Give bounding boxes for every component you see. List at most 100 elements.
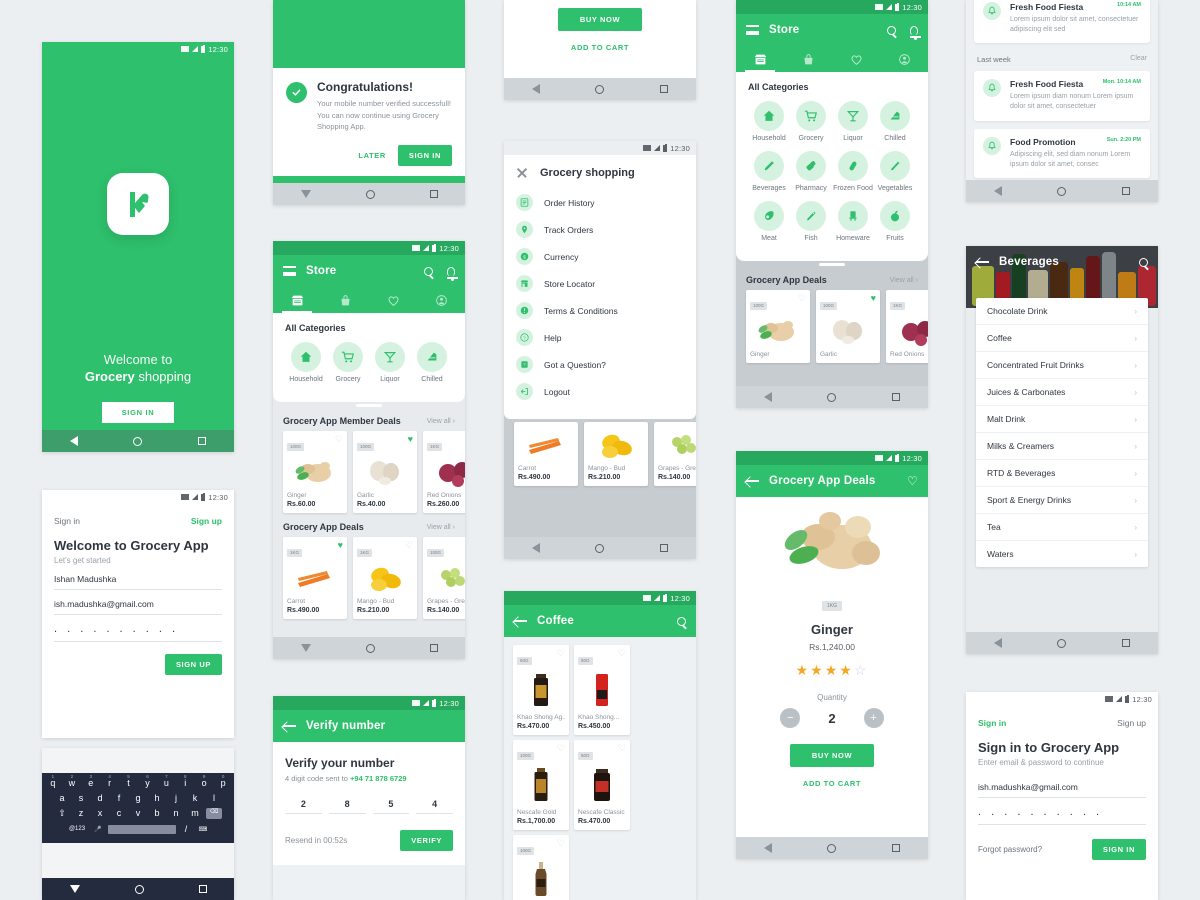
list-item[interactable]: Sport & Energy Drinks ›	[976, 487, 1148, 514]
hamburger-menu-icon[interactable]	[283, 266, 296, 276]
tab-cart[interactable]	[784, 46, 832, 72]
favorite-icon[interactable]: ♡	[335, 435, 343, 444]
hamburger-menu-icon[interactable]	[746, 25, 759, 35]
category-beverages[interactable]: Beverages	[748, 151, 790, 192]
product-card[interactable]: 50G ♡ Khao Shong Ag... Rs.470.00	[513, 645, 569, 735]
menu-item-order-history[interactable]: Order History	[504, 189, 696, 216]
nav-back-icon[interactable]	[531, 84, 540, 94]
key-k[interactable]: k	[187, 793, 203, 803]
back-arrow-icon[interactable]	[514, 616, 527, 626]
forgot-password-link[interactable]: Forgot password?	[978, 845, 1042, 854]
list-item[interactable]: Coffee ›	[976, 325, 1148, 352]
sign-in-button[interactable]: SIGN IN	[1091, 839, 1146, 860]
category-grocery[interactable]: Grocery	[327, 342, 369, 383]
key-y[interactable]: 6y	[140, 774, 156, 788]
nav-home-icon[interactable]	[595, 84, 605, 94]
menu-item-terms[interactable]: Terms & Conditions	[504, 297, 696, 324]
product-card[interactable]: 100G ♡ Nescafe Latte Rs.950.00	[513, 835, 569, 900]
key-s[interactable]: s	[73, 793, 89, 803]
product-card[interactable]: 100G ♡ Nescafe Gold Rs.1,700.00	[513, 740, 569, 830]
clear-button[interactable]: Clear	[1130, 55, 1147, 64]
nav-back-icon[interactable]	[993, 638, 1002, 648]
search-icon[interactable]	[424, 266, 433, 276]
verify-button[interactable]: VERIFY	[400, 830, 453, 851]
category-fish[interactable]: Fish	[790, 201, 832, 242]
list-item[interactable]: Concentrated Fruit Drinks ›	[976, 352, 1148, 379]
category-household[interactable]: Household	[285, 342, 327, 383]
category-fruits[interactable]: Fruits	[874, 201, 916, 242]
sheet-grabber[interactable]	[356, 404, 382, 407]
menu-item-logout[interactable]: Logout	[504, 378, 696, 405]
search-icon[interactable]	[887, 25, 896, 35]
keyboard-switch-icon[interactable]: ⌨	[196, 826, 210, 833]
nav-recent-icon[interactable]	[429, 190, 438, 198]
mic-icon[interactable]: 🎤	[91, 826, 105, 833]
menu-item-got-a-question[interactable]: ? Got a Question?	[504, 351, 696, 378]
sign-in-button[interactable]: SIGN IN	[101, 402, 175, 423]
key-d[interactable]: d	[92, 793, 108, 803]
back-arrow-icon[interactable]	[283, 721, 296, 731]
password-field[interactable]: . . . . . . . . . .	[54, 615, 222, 642]
nav-home-icon[interactable]	[1057, 186, 1067, 196]
product-strip[interactable]: 100G ♡ Ginger 100G ♥ Garlic 1KG ♡ Red On…	[746, 290, 928, 363]
category-chilled[interactable]: Chilled	[874, 101, 916, 142]
favorite-icon[interactable]: ♡	[907, 475, 918, 487]
list-item[interactable]: RTD & Beverages ›	[976, 460, 1148, 487]
close-icon[interactable]	[516, 167, 528, 179]
name-field[interactable]: Ishan Madushka	[54, 565, 222, 590]
product-card[interactable]: 1KG ♥ Carrot Rs.490.00	[283, 537, 347, 619]
nav-recent-icon[interactable]	[198, 437, 207, 445]
category-vegetables[interactable]: Vegetables	[874, 151, 916, 192]
nav-recent-icon[interactable]	[892, 844, 901, 852]
favorite-icon[interactable]: ♡	[618, 649, 626, 658]
nav-back-icon[interactable]	[69, 436, 78, 446]
menu-item-store-locator[interactable]: Store Locator	[504, 270, 696, 297]
tab-favorites[interactable]	[832, 46, 880, 72]
key-w[interactable]: 2w	[64, 774, 80, 788]
slash-key[interactable]: /	[179, 824, 193, 834]
key-g[interactable]: g	[130, 793, 146, 803]
tab-store[interactable]	[736, 46, 784, 72]
key-t[interactable]: 5t	[121, 774, 137, 788]
key-o[interactable]: 9o	[196, 774, 212, 788]
category-grocery[interactable]: Grocery	[790, 101, 832, 142]
favorite-icon[interactable]: ♥	[408, 435, 413, 444]
tab-signup[interactable]: Sign up	[1117, 718, 1146, 728]
product-card[interactable]: 1KG ♡ Mango - Bud Rs.210.00	[353, 537, 417, 619]
category-frozen-food[interactable]: Frozen Food	[832, 151, 874, 192]
tab-favorites[interactable]	[369, 287, 417, 313]
back-arrow-icon[interactable]	[746, 476, 759, 486]
nav-home-icon[interactable]	[827, 843, 837, 853]
email-field[interactable]: ish.madushka@gmail.com	[978, 773, 1146, 798]
key-l[interactable]: l	[206, 793, 222, 803]
otp-digit-4[interactable]: 4	[416, 799, 453, 814]
space-key[interactable]	[108, 824, 176, 834]
nav-recent-icon[interactable]	[198, 885, 207, 893]
list-item[interactable]: Juices & Carbonates ›	[976, 379, 1148, 406]
sign-up-button[interactable]: SIGN UP	[164, 654, 222, 675]
key-z[interactable]: z	[73, 808, 89, 819]
key-b[interactable]: b	[149, 808, 165, 819]
list-item[interactable]: Malt Drink ›	[976, 406, 1148, 433]
nav-recent-icon[interactable]	[1122, 187, 1131, 195]
favorite-icon[interactable]: ♡	[557, 649, 565, 658]
product-card[interactable]: 50G ♡ Nescafe Classic Rs.470.00	[574, 740, 630, 830]
notification-card[interactable]: Fresh Food Fiesta Mon. 10:14 AM Lorem ip…	[974, 71, 1150, 121]
category-chilled[interactable]: Chilled	[411, 342, 453, 383]
star-rating[interactable]: ★★★★☆	[736, 662, 928, 679]
nav-back-icon[interactable]	[531, 543, 540, 553]
nav-recent-icon[interactable]	[660, 544, 669, 552]
sign-in-button[interactable]: SIGN IN	[397, 144, 452, 166]
key-c[interactable]: c	[111, 808, 127, 819]
email-field[interactable]: ish.madushka@gmail.com	[54, 590, 222, 615]
view-all-link[interactable]: View all ›	[427, 524, 455, 531]
quantity-decrement-button[interactable]: −	[780, 708, 801, 728]
sheet-grabber[interactable]	[819, 263, 845, 266]
product-strip[interactable]: 1KG ♥ Carrot Rs.490.00 1KG ♡ Mango - Bud…	[283, 537, 465, 619]
add-to-cart-button[interactable]: ADD TO CART	[504, 43, 696, 52]
product-card[interactable]: 50G ♡ Khao Shong... Rs.450.00	[574, 645, 630, 735]
later-button[interactable]: LATER	[358, 151, 385, 160]
notifications-bell-icon[interactable]	[909, 25, 921, 40]
key-n[interactable]: n	[168, 808, 184, 819]
tab-store[interactable]	[273, 287, 321, 313]
